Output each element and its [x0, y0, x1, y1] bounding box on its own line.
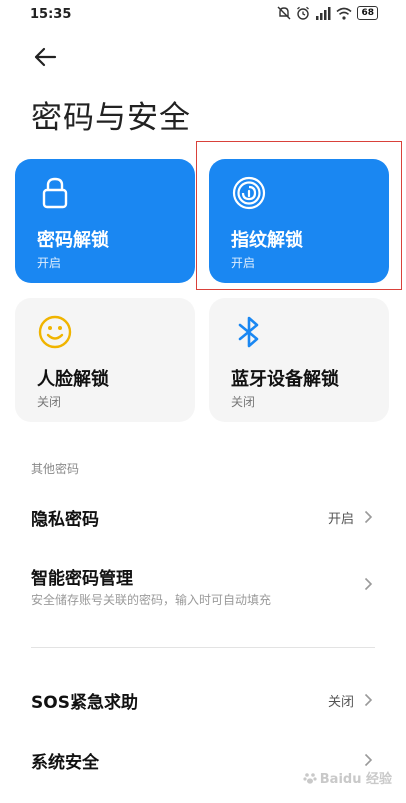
lock-icon: [42, 177, 68, 209]
tile-label: 蓝牙设备解锁: [231, 369, 339, 390]
row-label: 隐私密码: [31, 510, 99, 530]
status-time: 15:35: [30, 7, 72, 22]
row-smart-password-manager[interactable]: 智能密码管理 安全储存账号关联的密码，输入时可自动填充: [0, 560, 406, 616]
signal-icon: [316, 6, 331, 20]
divider: [31, 647, 375, 648]
paw-icon: [303, 772, 317, 784]
status-icons: 68: [277, 6, 378, 20]
section-label-other-passwords: 其他密码: [31, 462, 80, 476]
smiley-face-icon: [38, 315, 72, 349]
row-label: 智能密码管理: [31, 569, 133, 589]
tile-status: 开启: [37, 256, 62, 270]
battery-icon: 68: [357, 6, 378, 20]
row-subtitle: 安全储存账号关联的密码，输入时可自动填充: [31, 593, 272, 607]
tile-label: 密码解锁: [37, 230, 109, 251]
row-value: 关闭: [327, 695, 354, 710]
row-label: SOS紧急求助: [31, 693, 138, 713]
status-bar: 15:35 68: [0, 0, 406, 34]
tile-label: 人脸解锁: [37, 369, 109, 390]
wifi-icon: [336, 7, 352, 20]
tile-status: 关闭: [37, 395, 62, 409]
tile-face-unlock[interactable]: 人脸解锁 关闭: [15, 298, 195, 422]
page-title: 密码与安全: [31, 100, 191, 136]
watermark-text: Baidu 经验: [319, 772, 392, 787]
tile-status: 关闭: [231, 395, 256, 409]
highlight-box: [196, 141, 402, 290]
tile-password-unlock[interactable]: 密码解锁 开启: [15, 159, 195, 283]
chevron-right-icon: [364, 577, 373, 591]
alarm-icon: [297, 6, 310, 20]
chevron-right-icon: [364, 693, 373, 707]
row-sos-emergency[interactable]: SOS紧急求助 关闭: [0, 683, 406, 717]
back-arrow-icon[interactable]: [32, 44, 58, 70]
chevron-right-icon: [364, 510, 373, 524]
chevron-right-icon: [364, 753, 373, 767]
row-privacy-password[interactable]: 隐私密码 开启: [0, 500, 406, 534]
mute-icon: [277, 6, 291, 20]
row-label: 系统安全: [31, 753, 99, 773]
watermark: Baidu 经验: [303, 768, 392, 787]
bluetooth-icon: [238, 316, 259, 348]
tile-bluetooth-unlock[interactable]: 蓝牙设备解锁 关闭: [209, 298, 389, 422]
row-value: 开启: [327, 512, 354, 527]
